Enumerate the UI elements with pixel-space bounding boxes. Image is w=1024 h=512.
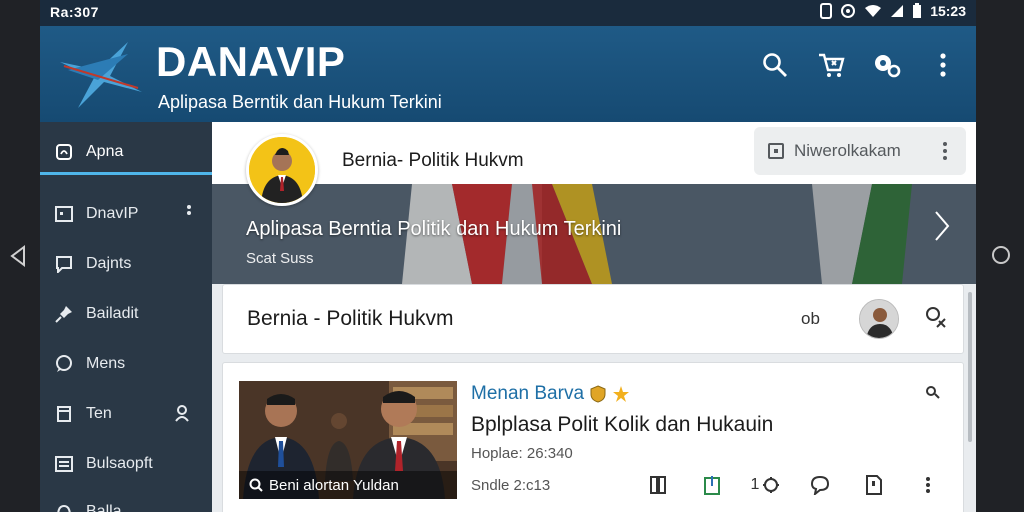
settings-icon[interactable]	[872, 50, 902, 80]
profile-bar: Bernia- Politik Hukvm Niwerolkakam	[212, 122, 976, 206]
share-icon	[763, 477, 780, 493]
banner[interactable]: Aplipasa Berntia Politik dan Hukum Terki…	[212, 184, 976, 284]
search-icon	[249, 478, 263, 492]
sidebar-item-apna[interactable]: Apna	[40, 130, 212, 174]
battery-icon	[913, 3, 922, 18]
share-count: 1	[750, 476, 760, 493]
scrollbar[interactable]	[968, 292, 972, 442]
chat-icon	[54, 254, 74, 274]
read-button[interactable]	[631, 471, 685, 499]
thumbnail-caption-text: Beni alortan Yuldan	[269, 476, 399, 494]
cart-icon[interactable]	[816, 50, 846, 80]
comment-icon	[810, 475, 830, 495]
grid-icon	[54, 454, 74, 474]
sidebar-item-label: Bulsaopft	[86, 455, 153, 472]
tag-icon	[54, 404, 74, 424]
article-meta: Hoplae: 26:340	[471, 445, 573, 462]
bookmark-icon	[704, 476, 720, 495]
sidebar-item-label: Apna	[86, 143, 124, 160]
topic-card[interactable]: Bernia - Politik Hukvm ob	[222, 284, 964, 354]
comment-button[interactable]	[793, 471, 847, 499]
banner-subtitle: Scat Suss	[246, 250, 314, 267]
device-frame: Ra:307 15:23 DANAVIP Aplipasa Berntik da…	[0, 0, 1024, 512]
more-icon[interactable]	[942, 141, 948, 161]
sidebar-item-label: DnavIP	[86, 205, 139, 222]
article-source[interactable]: Menan Barva	[471, 383, 630, 405]
profile-avatar[interactable]	[246, 134, 318, 206]
article-thumbnail: Beni alortan Yuldan	[239, 381, 457, 499]
sim-icon	[820, 3, 833, 19]
avatar[interactable]	[859, 299, 899, 339]
chevron-right-icon[interactable]	[934, 210, 950, 242]
sidebar-item-label: Bailadit	[86, 305, 139, 322]
more-icon[interactable]	[928, 50, 958, 80]
star-icon	[613, 386, 630, 402]
profile-chip[interactable]: Niwerolkakam	[754, 127, 966, 175]
sidebar-item-ten[interactable]: Ten	[40, 392, 212, 436]
wifi-icon	[865, 5, 882, 17]
search-icon[interactable]	[760, 50, 790, 80]
article-actions: 1	[631, 471, 955, 499]
topic-count: ob	[801, 309, 820, 328]
bell-icon	[54, 502, 74, 512]
banner-title: Aplipasa Berntia Politik dan Hukum Terki…	[246, 218, 622, 240]
status-bar: Ra:307 15:23	[40, 0, 976, 26]
main-content: Bernia- Politik Hukvm Niwerolkakam Aplip…	[212, 122, 976, 512]
sidebar-item-label: Dajnts	[86, 255, 132, 272]
sidebar-item-bulsaopft[interactable]: Bulsaopft	[40, 442, 212, 486]
article-meta-secondary: Sndle 2:c13	[471, 477, 551, 494]
sidebar-item-label: Balla	[86, 503, 122, 512]
sidebar-item-label: Ten	[86, 405, 112, 422]
article-more-button[interactable]	[901, 471, 955, 499]
pin-icon	[54, 304, 74, 324]
app-header: DANAVIP Aplipasa Berntik dan Hukum Terki…	[40, 26, 976, 122]
sidebar-item-mens[interactable]: Mens	[40, 342, 212, 386]
book-icon	[650, 476, 666, 494]
follow-icon[interactable]	[923, 305, 947, 331]
save-button[interactable]	[847, 471, 901, 499]
active-tab-indicator	[40, 172, 212, 175]
bookmark-button[interactable]	[685, 471, 739, 499]
data-icon	[841, 4, 856, 18]
more-icon	[926, 477, 930, 493]
sidebar: Apna DnavIP Dajnts Bailadit Mens Ten Bul…	[40, 122, 212, 512]
nav-home-icon[interactable]	[992, 246, 1010, 264]
user-icon[interactable]	[174, 404, 192, 422]
article-headline: Bplplasa Polit Kolik dan Hukauin	[471, 413, 774, 436]
sidebar-item-balla[interactable]: Balla	[40, 490, 212, 512]
brand-name: DANAVIP	[156, 38, 346, 85]
brand-logo	[60, 42, 142, 108]
header-actions	[760, 50, 958, 80]
shield-icon	[590, 385, 606, 403]
topic-title: Bernia - Politik Hukvm	[247, 307, 454, 330]
profile-chip-label: Niwerolkakam	[794, 141, 901, 160]
status-time: 15:23	[930, 3, 966, 19]
status-left-text: Ra:307	[50, 4, 99, 20]
article-card[interactable]: Beni alortan Yuldan Menan Barva Bplplasa…	[222, 362, 964, 512]
nav-back-icon[interactable]	[8, 244, 28, 268]
follow-icon[interactable]	[925, 385, 941, 399]
share-button[interactable]: 1	[739, 471, 793, 499]
status-icons: 15:23	[820, 3, 966, 19]
thumbnail-caption: Beni alortan Yuldan	[239, 471, 457, 499]
save-icon	[866, 475, 882, 495]
profile-title: Bernia- Politik Hukvm	[342, 150, 524, 171]
checkbox-icon	[768, 143, 784, 159]
app-screen: Ra:307 15:23 DANAVIP Aplipasa Berntik da…	[40, 0, 976, 512]
sidebar-item-bailadit[interactable]: Bailadit	[40, 292, 212, 336]
sidebar-item-dajnts[interactable]: Dajnts	[40, 242, 212, 286]
more-icon[interactable]	[186, 204, 192, 220]
bubble-icon	[54, 354, 74, 374]
signal-icon	[891, 5, 904, 17]
brand-tagline: Aplipasa Berntik dan Hukum Terkini	[158, 92, 442, 112]
home-icon	[54, 142, 74, 162]
sidebar-item-dnavip[interactable]: DnavIP	[40, 192, 212, 236]
sidebar-item-label: Mens	[86, 355, 126, 372]
list-icon	[54, 204, 74, 224]
article-source-name: Menan Barva	[471, 383, 585, 404]
